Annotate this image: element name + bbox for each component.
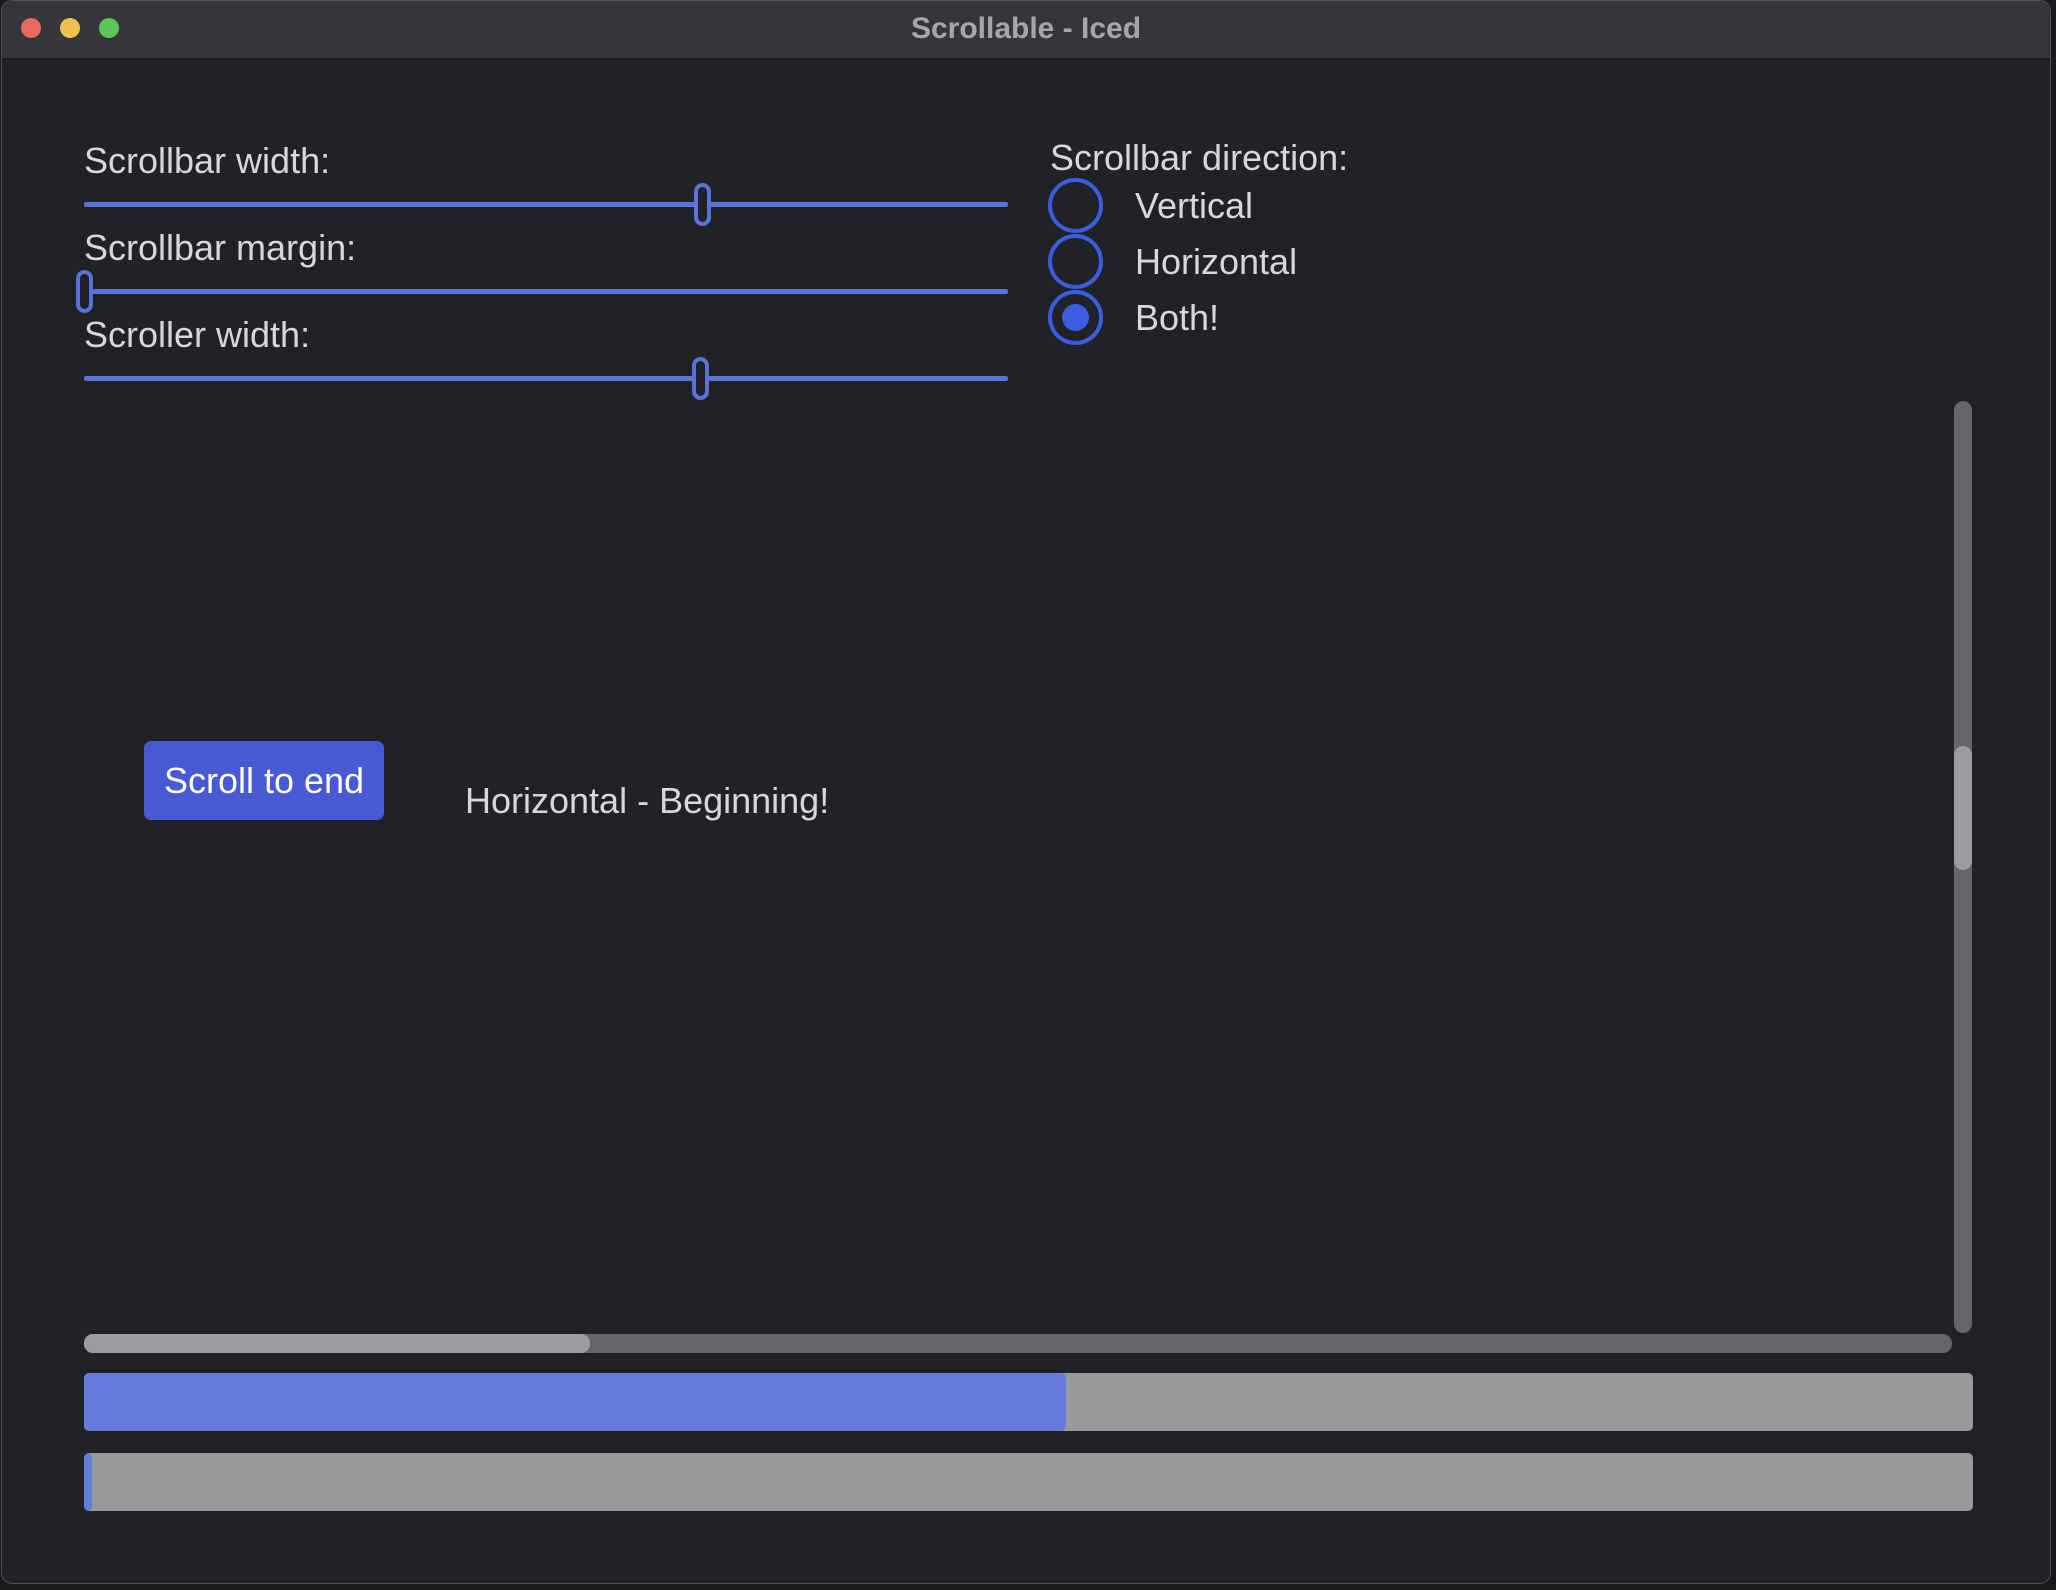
scrollbar-margin-slider-handle[interactable] — [76, 270, 93, 313]
scroll-to-end-button[interactable]: Scroll to end — [144, 741, 384, 820]
scrollbar-direction-label: Scrollbar direction: — [1050, 141, 1348, 178]
radio-vertical-label: Vertical — [1135, 185, 1253, 227]
scrollbar-width-slider[interactable] — [84, 183, 1008, 226]
scrollbar-margin-label: Scrollbar margin: — [84, 226, 1008, 270]
scrollbar-width-slider-track[interactable] — [84, 202, 1008, 207]
horizontal-progress-bar — [84, 1373, 1973, 1431]
scrollbar-width-label: Scrollbar width: — [84, 139, 1008, 183]
vertical-progress-fill — [84, 1453, 92, 1511]
horizontal-progress-fill — [84, 1373, 1066, 1431]
radio-both-dot — [1062, 304, 1089, 331]
scroller-width-slider-track[interactable] — [84, 376, 1008, 381]
scroll-status-text: Horizontal - Beginning! — [465, 780, 829, 822]
horizontal-scrollbar-track[interactable] — [84, 1334, 1952, 1353]
window-titlebar[interactable]: Scrollable - Iced — [2, 1, 2050, 60]
horizontal-scrollbar-thumb[interactable] — [84, 1334, 590, 1353]
radio-vertical-circle[interactable] — [1048, 178, 1103, 233]
radio-horizontal-circle[interactable] — [1048, 234, 1103, 289]
radio-horizontal[interactable]: Horizontal — [1048, 234, 1348, 289]
scrollbar-margin-slider-track[interactable] — [84, 289, 1008, 294]
radio-both-label: Both! — [1135, 297, 1219, 339]
radio-both-circle[interactable] — [1048, 290, 1103, 345]
scrollbar-margin-group: Scrollbar margin: — [84, 226, 1008, 313]
scrollbar-width-group: Scrollbar width: — [84, 139, 1008, 226]
radio-horizontal-label: Horizontal — [1135, 241, 1297, 283]
scroller-width-slider-handle[interactable] — [692, 357, 709, 400]
vertical-scrollbar-thumb[interactable] — [1954, 746, 1972, 870]
scroller-width-slider[interactable] — [84, 357, 1008, 400]
scrollbar-direction-options: Vertical Horizontal Both! — [1048, 178, 1348, 345]
radio-vertical[interactable]: Vertical — [1048, 178, 1348, 233]
scrollbar-direction-group: Scrollbar direction: Vertical Horizontal B… — [1048, 141, 1348, 346]
vertical-progress-bar — [84, 1453, 1973, 1511]
scrollbar-margin-slider[interactable] — [84, 270, 1008, 313]
app-window: Scrollable - Iced Scrollbar width:Scroll… — [1, 0, 2051, 1584]
scroller-width-label: Scroller width: — [84, 313, 1008, 357]
vertical-scrollbar-track[interactable] — [1954, 401, 1972, 1333]
window-title: Scrollable - Iced — [2, 1, 2050, 57]
scroller-width-group: Scroller width: — [84, 313, 1008, 400]
slider-controls: Scrollbar width: Scrollbar margin: Scrolle… — [84, 139, 1008, 400]
scrollbar-width-slider-handle[interactable] — [694, 183, 711, 226]
radio-both[interactable]: Both! — [1048, 290, 1348, 345]
